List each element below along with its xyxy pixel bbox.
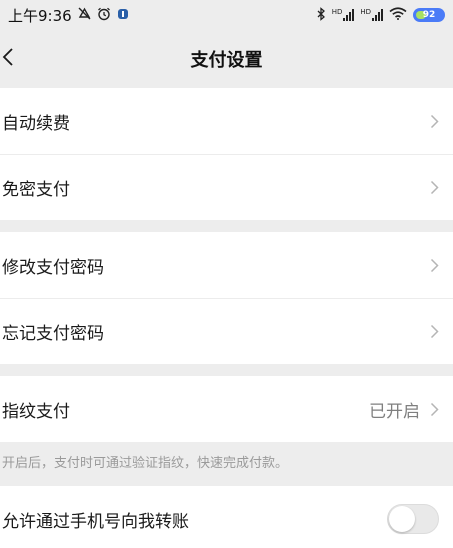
fingerprint-hint: 开启后，支付时可通过验证指纹，快速完成付款。 bbox=[0, 442, 453, 486]
status-time: 上午9:36 bbox=[8, 6, 72, 25]
alarm-icon bbox=[97, 7, 111, 24]
change-password-item[interactable]: 修改支付密码 bbox=[0, 232, 453, 298]
settings-group-password: 修改支付密码 忘记支付密码 bbox=[0, 232, 453, 364]
chevron-right-icon bbox=[430, 258, 439, 273]
forgot-password-item[interactable]: 忘记支付密码 bbox=[0, 298, 453, 364]
password-free-payment-item[interactable]: 免密支付 bbox=[0, 154, 453, 220]
battery-icon: 92 bbox=[413, 8, 445, 22]
auto-renew-label: 自动续费 bbox=[2, 113, 70, 134]
section-gap bbox=[0, 220, 453, 232]
phone-transfer-label: 允许通过手机号向我转账 bbox=[2, 511, 189, 532]
battery-level: 92 bbox=[422, 10, 436, 20]
password-free-payment-label: 免密支付 bbox=[2, 179, 70, 200]
signal-2-icon: HD bbox=[360, 9, 383, 21]
phone-transfer-toggle[interactable] bbox=[387, 504, 439, 534]
nav-bar: 支付设置 bbox=[0, 30, 453, 88]
settings-group-fingerprint: 指纹支付 已开启 bbox=[0, 376, 453, 442]
chevron-right-icon bbox=[430, 324, 439, 339]
fingerprint-payment-item[interactable]: 指纹支付 已开启 bbox=[0, 376, 453, 442]
back-button[interactable] bbox=[0, 30, 30, 88]
bluetooth-icon bbox=[316, 6, 326, 24]
fingerprint-payment-label: 指纹支付 bbox=[2, 401, 70, 422]
fingerprint-payment-right: 已开启 bbox=[369, 397, 439, 422]
page-title: 支付设置 bbox=[190, 50, 263, 71]
auto-renew-item[interactable]: 自动续费 bbox=[0, 88, 453, 154]
change-password-label: 修改支付密码 bbox=[2, 257, 104, 278]
chevron-right-icon bbox=[430, 402, 439, 417]
chevron-right-icon bbox=[430, 114, 439, 129]
app-notification-icon bbox=[117, 8, 129, 23]
status-bar: 上午9:36 HD HD 92 bbox=[0, 0, 453, 30]
toggle-knob bbox=[389, 506, 415, 532]
status-right: HD HD 92 bbox=[316, 6, 445, 24]
settings-group-transfer: 允许通过手机号向我转账 bbox=[0, 486, 453, 548]
phone-transfer-item: 允许通过手机号向我转账 bbox=[0, 486, 453, 548]
signal-1-icon: HD bbox=[332, 9, 355, 21]
fingerprint-status: 已开启 bbox=[369, 401, 420, 422]
back-arrow-icon bbox=[2, 47, 14, 71]
settings-group-renewal: 自动续费 免密支付 bbox=[0, 88, 453, 220]
chevron-right-icon bbox=[430, 180, 439, 195]
forgot-password-label: 忘记支付密码 bbox=[2, 323, 104, 344]
status-left: 上午9:36 bbox=[8, 5, 129, 26]
section-gap bbox=[0, 364, 453, 376]
mute-icon bbox=[78, 7, 91, 23]
wifi-icon bbox=[389, 7, 407, 23]
